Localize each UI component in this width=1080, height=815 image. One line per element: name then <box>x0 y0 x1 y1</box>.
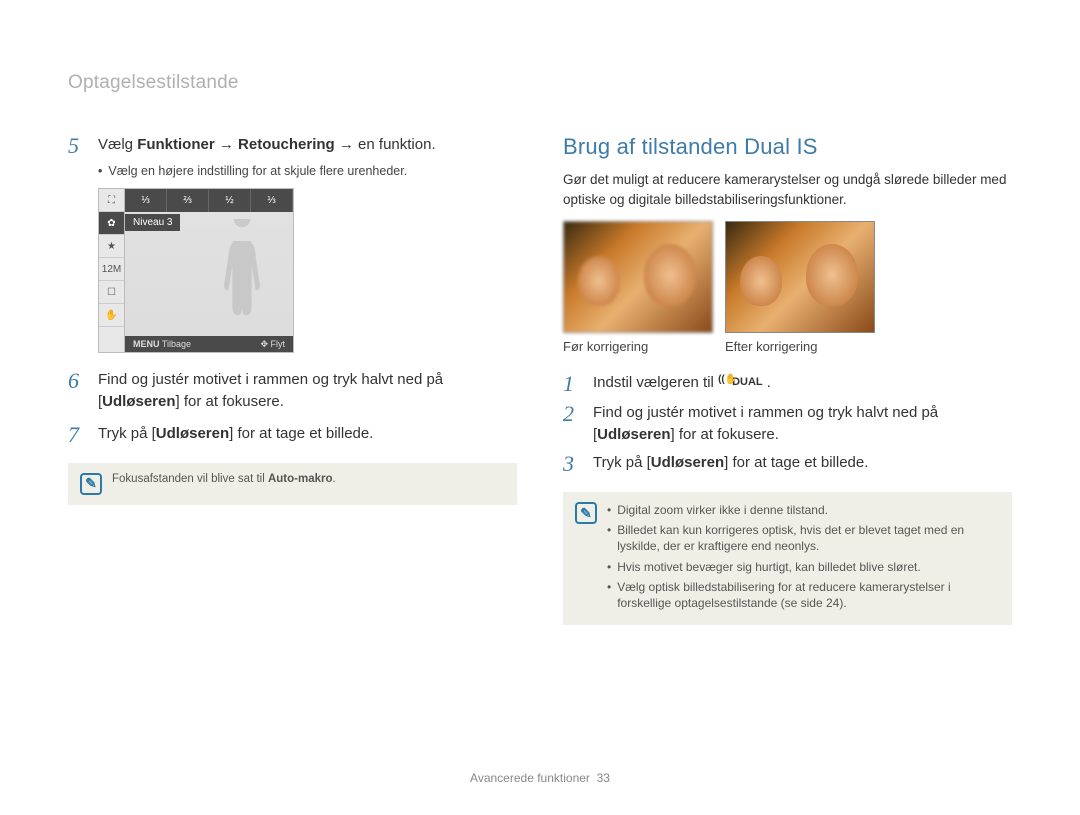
camera-screenshot: ⛶ ✿ ★ 12M ☐ ✋ ⅓ ⅔ ½ ⅓ Niveau 3 M <box>98 188 294 353</box>
caption-after: Efter korrigering <box>725 339 875 354</box>
camera-move: ✥ Flyt <box>260 339 285 350</box>
camera-sidebar-icon: ☐ <box>99 281 124 304</box>
camera-level-label: Niveau 3 <box>125 214 180 231</box>
step-6: 6 Find og justér motivet i rammen og try… <box>68 369 517 413</box>
sample-image-after <box>725 221 875 333</box>
step-text: Tryk på [Udløseren] for at tage et bille… <box>593 452 1012 476</box>
step-number: 7 <box>68 423 88 447</box>
intro-text: Gør det muligt at reducere kamerarystels… <box>563 170 1012 209</box>
step-text: Find og justér motivet i rammen og tryk … <box>98 369 517 413</box>
step-text: Vælg Funktioner → Retouchering → en funk… <box>98 134 517 158</box>
step-number: 3 <box>563 452 583 476</box>
camera-top-icon: ½ <box>209 189 251 212</box>
camera-top-row: ⅓ ⅔ ½ ⅓ <box>125 189 293 212</box>
note-list: Digital zoom virker ikke i denne tilstan… <box>607 502 1000 615</box>
step-text: Tryk på [Udløseren] for at tage et bille… <box>98 423 517 447</box>
note-box: ✎ Fokusafstanden vil blive sat til Auto-… <box>68 463 517 505</box>
step-2: 2 Find og justér motivet i rammen og try… <box>563 402 1012 446</box>
note-item: Digital zoom virker ikke i denne tilstan… <box>607 502 1000 518</box>
step-text: Indstil vælgeren til DUAL . <box>593 372 1012 396</box>
step-number: 6 <box>68 369 88 413</box>
note-item: Vælg optisk billedstabilisering for at r… <box>607 579 1000 611</box>
step-1: 1 Indstil vælgeren til DUAL . <box>563 372 1012 396</box>
sample-image-before <box>563 221 713 333</box>
camera-back: MENU Tilbage <box>133 339 191 349</box>
note-icon: ✎ <box>80 473 102 495</box>
camera-sidebar-icon: ★ <box>99 235 124 258</box>
page-footer: Avancerede funktioner 33 <box>0 771 1080 785</box>
step-number: 5 <box>68 134 88 158</box>
camera-main-area: ⅓ ⅔ ½ ⅓ Niveau 3 MENU Tilbage ✥ Flyt <box>125 189 293 352</box>
dual-mode-icon: DUAL <box>718 375 763 391</box>
note-text: Fokusafstanden vil blive sat til Auto-ma… <box>112 473 505 495</box>
note-icon: ✎ <box>575 502 597 524</box>
step-5-subnote: Vælg en højere indstilling for at skjule… <box>98 164 517 178</box>
step-text: Find og justér motivet i rammen og tryk … <box>593 402 1012 446</box>
note-item: Hvis motivet bevæger sig hurtigt, kan bi… <box>607 559 1000 575</box>
right-column: Brug af tilstanden Dual IS Gør det mulig… <box>563 72 1012 625</box>
step-number: 2 <box>563 402 583 446</box>
camera-sidebar-icon: ✋ <box>99 304 124 327</box>
left-column: 5 Vælg Funktioner → Retouchering → en fu… <box>68 72 517 625</box>
step-5: 5 Vælg Funktioner → Retouchering → en fu… <box>68 134 517 158</box>
camera-top-icon: ⅓ <box>125 189 167 212</box>
camera-sidebar-icon: ⛶ <box>99 189 124 212</box>
camera-top-icon: ⅓ <box>251 189 293 212</box>
caption-before: Før korrigering <box>563 339 713 354</box>
step-7: 7 Tryk på [Udløseren] for at tage et bil… <box>68 423 517 447</box>
camera-sidebar: ⛶ ✿ ★ 12M ☐ ✋ <box>99 189 125 352</box>
camera-top-icon: ⅔ <box>167 189 209 212</box>
person-silhouette-icon <box>213 219 271 329</box>
caption-row: Før korrigering Efter korrigering <box>563 339 1012 354</box>
camera-sidebar-icon: ✿ <box>99 212 124 235</box>
section-title: Brug af tilstanden Dual IS <box>563 134 1012 160</box>
step-3: 3 Tryk på [Udløseren] for at tage et bil… <box>563 452 1012 476</box>
note-item: Billedet kan kun korrigeres optisk, hvis… <box>607 522 1000 554</box>
image-comparison-row <box>563 221 1012 333</box>
camera-sidebar-icon: 12M <box>99 258 124 281</box>
note-box: ✎ Digital zoom virker ikke i denne tilst… <box>563 492 1012 625</box>
camera-footer: MENU Tilbage ✥ Flyt <box>125 336 293 352</box>
step-number: 1 <box>563 372 583 396</box>
